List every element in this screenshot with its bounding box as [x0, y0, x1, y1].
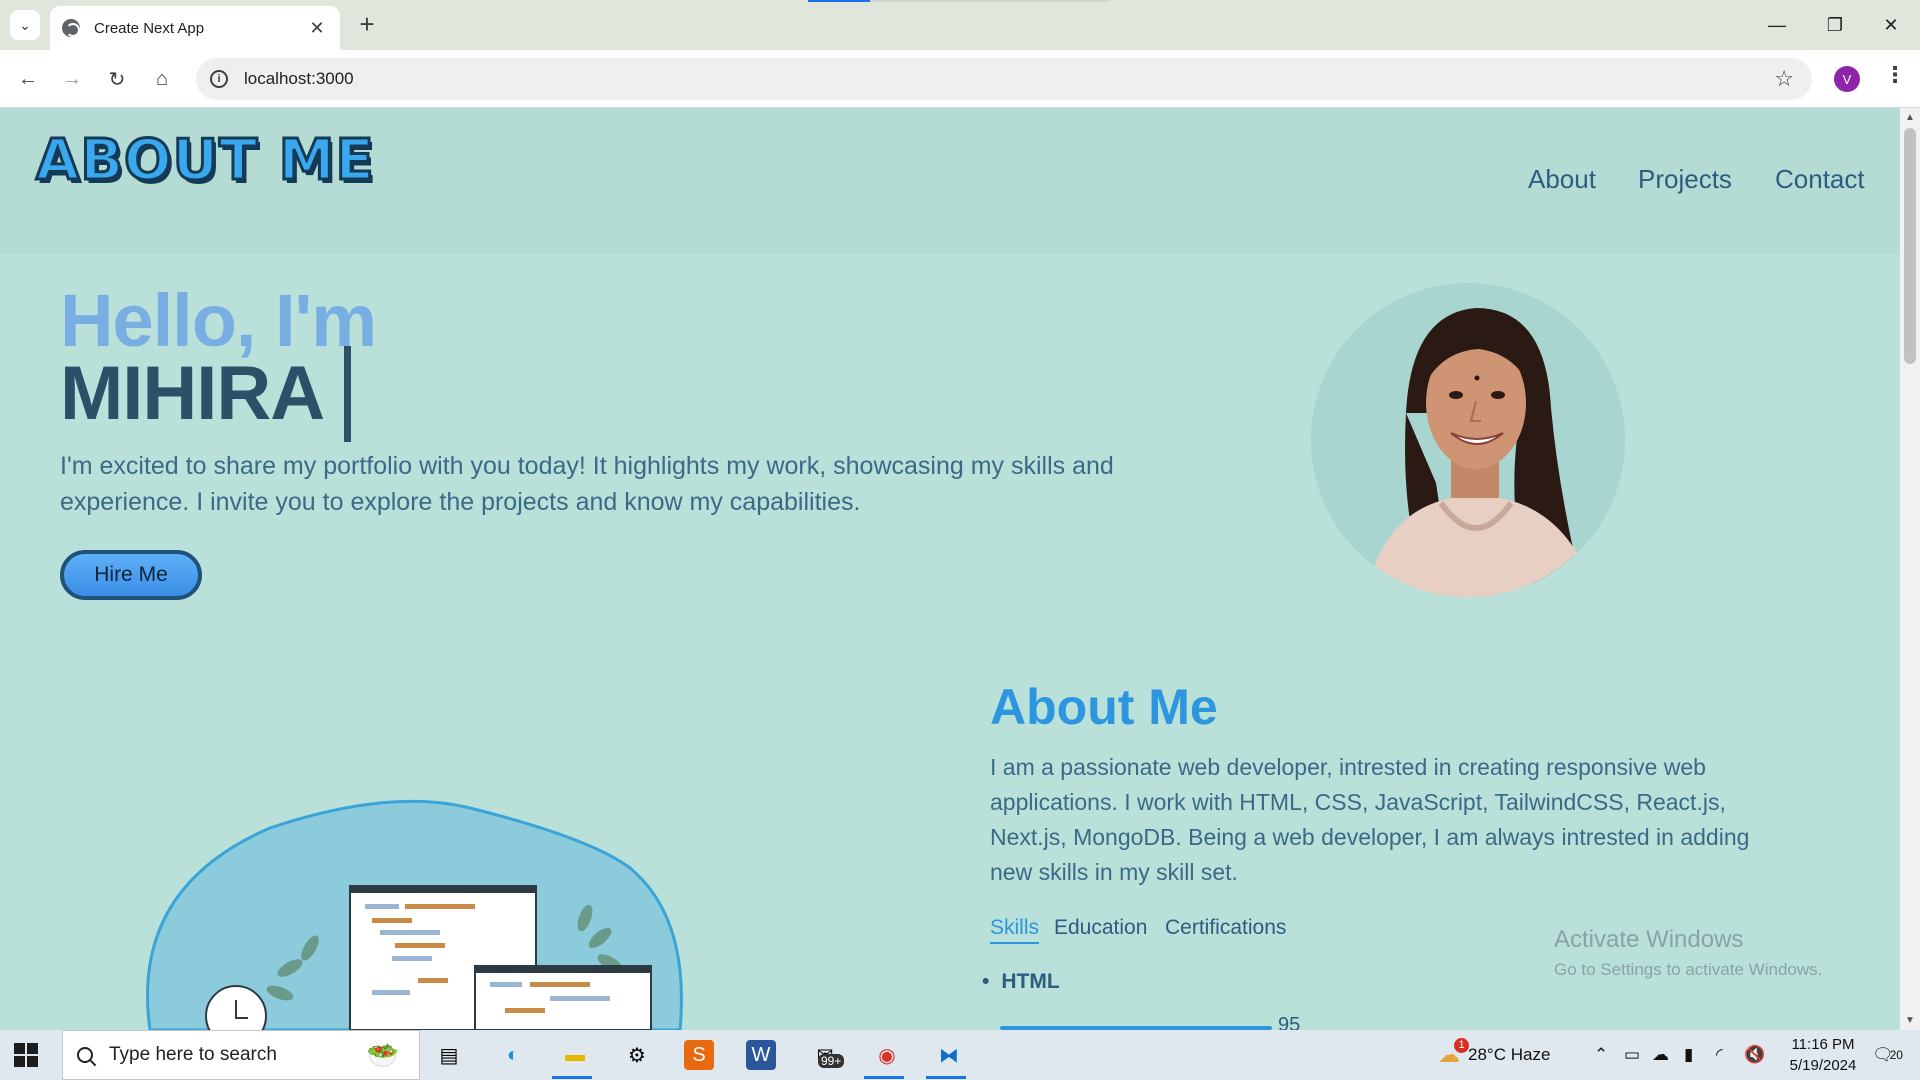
reload-icon: ↻ — [108, 68, 126, 91]
wifi-icon[interactable]: ◜ — [1716, 1030, 1723, 1080]
clock-time: 11:16 PM — [1791, 1036, 1855, 1053]
skill-value: 95 — [1278, 1014, 1301, 1030]
url-text: localhost:3000 — [244, 69, 354, 88]
browser-toolbar: ← → ↻ ⌂ i localhost:3000 ☆ — [0, 50, 1920, 108]
globe-icon — [62, 19, 80, 37]
word-icon[interactable]: W — [746, 1040, 776, 1070]
site-logo[interactable]: ABOUT ME — [35, 127, 376, 195]
windows-taskbar: Type here to search 🥗 ▤ ◐ ▬ ⚙ S W ✉ 99+ … — [0, 1030, 1920, 1080]
reload-button[interactable]: ↻ — [102, 64, 132, 94]
skill-item-html: HTML — [982, 970, 1059, 994]
search-icon — [73, 1043, 97, 1067]
site-info-icon[interactable]: i — [210, 70, 228, 88]
clock-date: 5/19/2024 — [1789, 1057, 1857, 1074]
task-view-icon[interactable]: ▤ — [430, 1036, 468, 1074]
chrome-browser-icon[interactable]: ◉ — [868, 1036, 906, 1074]
new-tab-button[interactable]: + — [352, 10, 382, 40]
page-scrollbar[interactable]: ▲ ▼ — [1900, 108, 1920, 1030]
volume-muted-icon[interactable]: 🔇 — [1744, 1030, 1765, 1080]
tab-skills[interactable]: Skills — [990, 916, 1040, 944]
bookmark-star-icon[interactable]: ☆ — [1774, 66, 1794, 92]
activation-watermark-title: Activate Windows — [1554, 926, 1744, 953]
sublime-text-icon[interactable]: S — [684, 1040, 714, 1070]
forward-button[interactable]: → — [57, 64, 87, 94]
profile-photo — [1311, 283, 1625, 597]
weather-badge: 1 — [1454, 1038, 1469, 1053]
browser-tab[interactable]: Create Next App ✕ — [50, 6, 340, 50]
close-tab-icon[interactable]: ✕ — [306, 18, 328, 39]
chrome-active-indicator — [864, 1076, 904, 1079]
nav-link-contact[interactable]: Contact — [1775, 164, 1865, 195]
search-highlight-icon: 🥗 — [366, 1039, 399, 1070]
hero-name: MIHIRA — [60, 351, 325, 436]
back-arrow-icon: ← — [18, 67, 38, 90]
onedrive-cloud-icon[interactable]: ☁ — [1652, 1030, 1669, 1080]
show-hidden-icons-chevron-up-icon[interactable]: ⌃ — [1594, 1030, 1608, 1080]
browser-tab-strip: ⌄ Create Next App ✕ + — ❐ ✕ — [0, 0, 1920, 50]
address-bar[interactable]: i localhost:3000 ☆ — [196, 58, 1812, 100]
loading-indicator — [808, 0, 870, 2]
tab-education[interactable]: Education — [1054, 916, 1147, 940]
vscode-active-indicator — [926, 1076, 966, 1079]
activation-watermark-subtitle: Go to Settings to activate Windows. — [1554, 960, 1823, 979]
typing-cursor — [344, 346, 351, 442]
mail-badge: 99+ — [818, 1054, 845, 1068]
home-button[interactable]: ⌂ — [147, 64, 177, 94]
weather-text: 28°C Haze — [1468, 1045, 1551, 1064]
nav-link-projects[interactable]: Projects — [1638, 164, 1732, 195]
browser-menu-icon[interactable]: ⋮ — [1884, 62, 1906, 88]
meet-now-icon[interactable]: ▭ — [1624, 1030, 1640, 1080]
site-header: ABOUT ME About Projects Contact — [0, 108, 1900, 254]
notification-center-icon[interactable]: 🗨 20 — [1872, 1030, 1903, 1080]
settings-gear-icon[interactable]: ⚙ — [618, 1036, 656, 1074]
forward-arrow-icon: → — [62, 67, 82, 90]
file-explorer-icon[interactable]: ▬ — [556, 1036, 594, 1074]
about-heading: About Me — [990, 679, 1218, 735]
tab-certifications[interactable]: Certifications — [1165, 916, 1286, 940]
developer-illustration — [130, 768, 800, 1030]
back-button[interactable]: ← — [13, 64, 43, 94]
hero-intro: I'm excited to share my portfolio with y… — [60, 452, 1114, 516]
web-page: ABOUT ME About Projects Contact Hello, I… — [0, 108, 1900, 1030]
nav-link-about[interactable]: About — [1528, 164, 1596, 195]
windows-start-icon[interactable] — [14, 1043, 38, 1067]
close-window-button[interactable]: ✕ — [1862, 0, 1920, 50]
battery-icon[interactable]: ▮ — [1684, 1030, 1693, 1080]
vscode-icon[interactable]: ⧓ — [930, 1036, 968, 1074]
weather-widget[interactable]: ☁ 28°C Haze — [1438, 1030, 1550, 1080]
scroll-up-icon[interactable]: ▲ — [1905, 112, 1915, 123]
notification-count: 20 — [1889, 1048, 1903, 1062]
restore-button[interactable]: ❐ — [1806, 0, 1864, 50]
taskbar-search-placeholder: Type here to search — [109, 1044, 277, 1065]
taskbar-clock[interactable]: 11:16 PM 5/19/2024 — [1778, 1034, 1868, 1076]
chevron-down-icon: ⌄ — [19, 16, 31, 33]
hire-me-button[interactable]: Hire Me — [60, 550, 202, 600]
taskbar-search-box[interactable]: Type here to search 🥗 — [62, 1030, 420, 1080]
home-icon: ⌂ — [155, 67, 169, 90]
scroll-down-icon[interactable]: ▼ — [1905, 1015, 1915, 1026]
minimize-button[interactable]: — — [1748, 0, 1806, 50]
scrollbar-thumb[interactable] — [1904, 128, 1916, 364]
tab-title: Create Next App — [94, 19, 205, 37]
tab-search-button[interactable]: ⌄ — [10, 10, 40, 40]
edge-browser-icon[interactable]: ◐ — [494, 1036, 532, 1074]
about-text: I am a passionate web developer, intrest… — [990, 754, 1750, 885]
file-explorer-active-indicator — [552, 1076, 592, 1079]
loading-track — [870, 0, 1110, 2]
profile-avatar[interactable]: V — [1834, 66, 1860, 92]
